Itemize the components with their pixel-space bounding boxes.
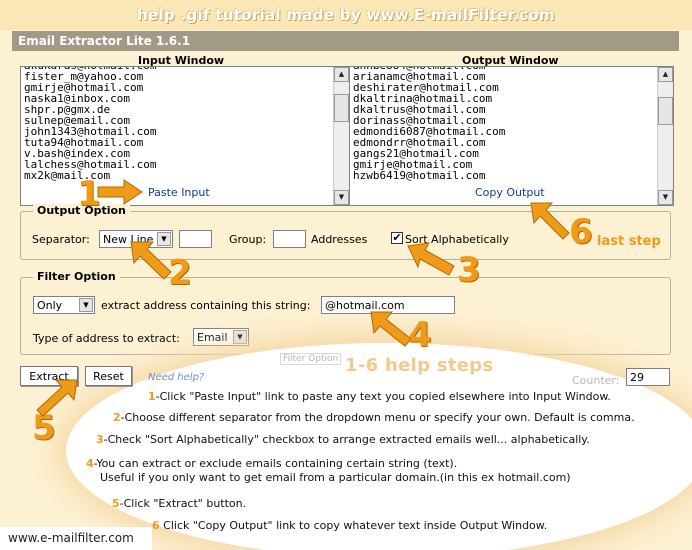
help-step-4-detail: Useful if you only want to get email fro…: [100, 471, 571, 484]
scroll-down-icon[interactable]: ▼: [334, 190, 349, 205]
help-step-text: Click "Copy Output" link to copy whateve…: [159, 519, 548, 532]
input-window-text: akukaras@hotmail.comfister_m@yahoo.comgm…: [24, 67, 156, 181]
address-type-value: Email: [197, 331, 228, 344]
help-step-6: 6 Click "Copy Output" link to copy whate…: [152, 519, 547, 532]
banner-text: help .gif tutorial made by www.E-mailFil…: [137, 6, 555, 24]
output-window-text: annbeo84@hotmail.comarianamc@hotmail.com…: [353, 67, 505, 182]
help-step-text: -Click "Paste Input" link to paste any t…: [155, 390, 611, 403]
help-step-text: -You can extract or exclude emails conta…: [93, 457, 458, 470]
help-step-text: -Click "Extract" button.: [119, 497, 247, 510]
scroll-thumb[interactable]: [658, 97, 673, 125]
counter-label: Counter:: [572, 374, 620, 387]
contains-string-label: extract address containing this string:: [101, 299, 311, 312]
ghost-filter-option-label: Filter Option: [280, 353, 342, 365]
arrow-up-right-icon: [36, 379, 78, 417]
counter-field: 29: [626, 368, 670, 386]
arrow-up-left-icon: [530, 202, 570, 240]
help-step-number: 1: [148, 390, 156, 403]
help-step-1: 1-Click "Paste Input" link to paste any …: [148, 390, 611, 403]
step-number-3: 3: [457, 250, 481, 290]
help-step-number: 4: [86, 457, 94, 470]
arrow-up-left-icon: [370, 311, 412, 347]
scroll-up-icon[interactable]: ▲: [334, 67, 349, 82]
help-step-number: 3: [96, 433, 104, 446]
arrow-up-left-icon: [130, 241, 172, 280]
filter-mode-select[interactable]: Only ▼: [33, 296, 95, 314]
reset-button[interactable]: Reset: [85, 366, 132, 386]
help-step-number: 6: [152, 519, 160, 532]
arrow-up-left-icon: [407, 242, 455, 276]
scroll-down-icon[interactable]: ▼: [658, 190, 673, 205]
output-window[interactable]: annbeo84@hotmail.comarianamc@hotmail.com…: [349, 66, 674, 206]
custom-separator-input[interactable]: [179, 230, 212, 248]
output-scrollbar[interactable]: ▲ ▼: [657, 67, 673, 205]
help-step-3: 3-Check "Sort Alphabetically" checkbox t…: [96, 433, 590, 446]
input-window[interactable]: akukaras@hotmail.comfister_m@yahoo.comgm…: [20, 66, 350, 206]
copy-output-link[interactable]: Copy Output: [475, 186, 545, 199]
need-help-link[interactable]: Need help?: [148, 372, 204, 383]
sort-alphabetically-checkbox[interactable]: ✔: [391, 232, 403, 244]
help-step-text: -Choose different separator from the dro…: [120, 411, 635, 424]
tutorial-banner: help .gif tutorial made by www.E-mailFil…: [0, 0, 692, 30]
separator-label: Separator:: [32, 233, 90, 246]
step-number-6: 6: [569, 212, 593, 252]
footer-url: www.e-mailfilter.com: [0, 527, 152, 550]
scroll-up-icon[interactable]: ▲: [658, 67, 673, 82]
address-type-label: Type of address to extract:: [33, 332, 180, 345]
last-step-label: last step: [597, 234, 661, 249]
app-window: Email Extractor Lite 1.6.1 Input Window …: [12, 31, 679, 391]
scroll-thumb[interactable]: [334, 94, 349, 122]
help-step-text: -Check "Sort Alphabetically" checkbox to…: [103, 433, 590, 446]
help-step-4: 4-You can extract or exclude emails cont…: [86, 457, 457, 470]
paste-input-link[interactable]: Paste Input: [148, 186, 210, 199]
help-step-2: 2-Choose different separator from the dr…: [113, 411, 635, 424]
email-line: hzwb6419@hotmail.com: [353, 169, 486, 182]
addresses-label: Addresses: [311, 233, 368, 246]
filter-mode-value: Only: [37, 299, 63, 312]
help-step-5: 5-Click "Extract" button.: [112, 497, 246, 510]
help-step-number: 2: [113, 411, 121, 424]
address-type-select[interactable]: Email ▼: [193, 328, 249, 346]
arrow-right-icon: [97, 179, 143, 205]
chevron-down-icon: ▼: [233, 330, 247, 344]
help-step-number: 5: [112, 497, 120, 510]
group-input[interactable]: [273, 230, 306, 248]
help-steps-title: 1-6 help steps: [345, 355, 494, 376]
window-title: Email Extractor Lite 1.6.1: [12, 31, 679, 51]
chevron-down-icon: ▼: [79, 298, 93, 312]
filter-option-legend: Filter Option: [33, 270, 120, 283]
input-scrollbar[interactable]: ▲ ▼: [333, 67, 349, 205]
group-label: Group:: [229, 233, 267, 246]
